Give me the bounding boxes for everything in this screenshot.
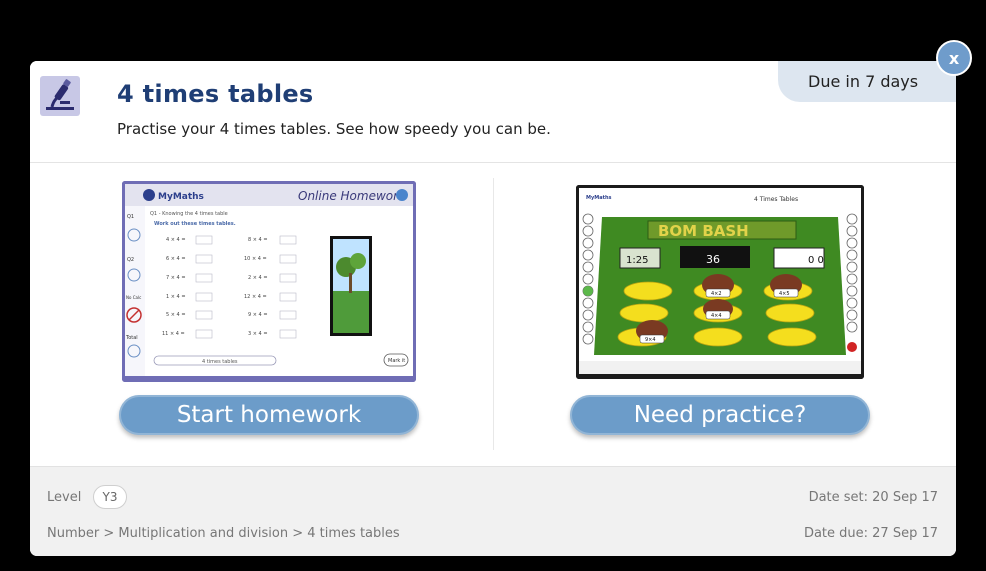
mark-it-button: Mark it	[388, 358, 405, 364]
breadcrumb: Number > Multiplication and division > 4…	[47, 526, 400, 541]
question-left-4: 1 × 4 =	[166, 294, 186, 300]
question-right-1: 8 × 4 =	[248, 237, 268, 243]
date-due: Date due: 27 Sep 17	[803, 526, 938, 541]
side-label-q2: Q2	[127, 257, 134, 263]
start-homework-button[interactable]: Start homework	[119, 395, 419, 435]
modal-footer: Level Y3 Date set: 20 Sep 17 Number > Mu…	[30, 466, 956, 556]
homework-heading: Online Homework	[298, 189, 406, 203]
question-left-2: 6 × 4 =	[166, 256, 186, 262]
date-set: Date set: 20 Sep 17	[808, 490, 938, 505]
question-right-6: 3 × 4 =	[248, 331, 268, 337]
practice-preview-image[interactable]: MyMaths 4 Times Tables BOM BASH 1:25 36 …	[576, 185, 864, 379]
question-instruction: Work out these times tables.	[154, 221, 236, 227]
microscope-icon	[40, 76, 80, 116]
close-button[interactable]: x	[936, 40, 972, 76]
side-label-nocalc: No Calc	[126, 295, 141, 300]
question-left-1: 4 × 4 =	[166, 237, 186, 243]
page-title: 4 times tables	[117, 80, 314, 108]
mole-label-3: 4×4	[711, 313, 722, 319]
question-left-6: 11 × 4 =	[162, 331, 185, 337]
homework-preview-image[interactable]: MyMaths Online Homework Q1 Q2 No Calc To…	[122, 181, 416, 382]
homework-logo-icon	[143, 189, 155, 201]
game-target: 36	[706, 253, 720, 266]
help-icon	[396, 189, 408, 201]
close-icon: x	[948, 49, 960, 68]
need-practice-button[interactable]: Need practice?	[570, 395, 870, 435]
question-title: Q1 - Knowing the 4 times table	[150, 211, 228, 217]
question-right-4: 12 × 4 =	[244, 294, 267, 300]
practice-title: 4 Times Tables	[754, 196, 798, 203]
question-left-3: 7 × 4 =	[166, 275, 186, 281]
level-badge: Y3	[93, 485, 127, 509]
side-label-q1: Q1	[127, 214, 134, 220]
assignment-modal: 4 times tables Practise your 4 times tab…	[30, 61, 956, 556]
game-timer: 1:25	[626, 255, 648, 266]
homework-footer-label: 4 times tables	[202, 359, 238, 365]
side-label-total: Total	[125, 335, 138, 341]
options-divider	[493, 178, 494, 450]
page-subtitle: Practise your 4 times tables. See how sp…	[117, 120, 551, 138]
mole-label-1: 4×2	[711, 291, 722, 297]
question-right-5: 9 × 4 =	[248, 312, 268, 318]
question-right-3: 2 × 4 =	[248, 275, 268, 281]
practice-logo: MyMaths	[586, 195, 612, 201]
homework-logo: MyMaths	[158, 192, 204, 202]
game-score: 0 0	[808, 255, 824, 266]
game-name: BOM BASH	[658, 222, 749, 240]
question-left-5: 5 × 4 =	[166, 312, 186, 318]
modal-header: 4 times tables Practise your 4 times tab…	[30, 61, 956, 163]
question-right-2: 10 × 4 =	[244, 256, 267, 262]
due-badge: Due in 7 days	[778, 61, 956, 102]
mole-label-4: 9×4	[645, 337, 656, 343]
level-label: Level	[47, 490, 82, 505]
activity-options: MyMaths Online Homework Q1 Q2 No Calc To…	[30, 163, 956, 466]
mole-label-2: 4×5	[779, 291, 790, 297]
